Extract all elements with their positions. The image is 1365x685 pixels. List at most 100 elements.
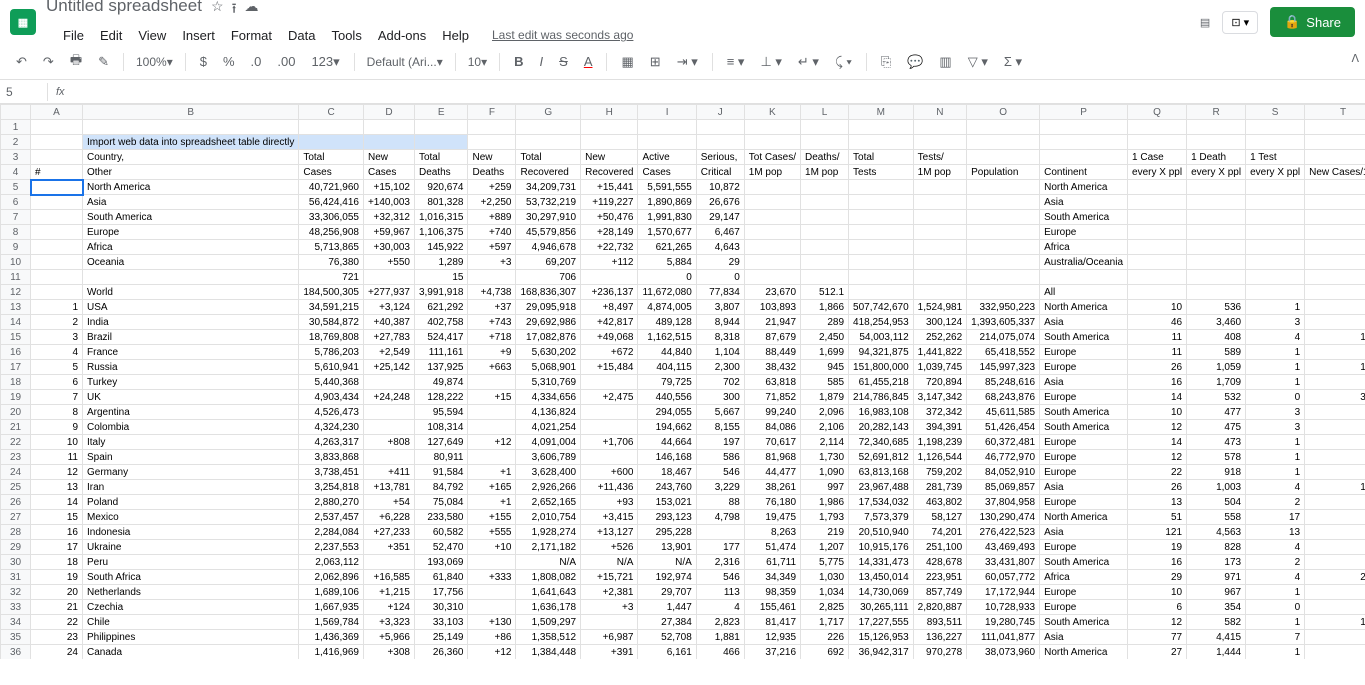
cell[interactable]: 172 [1305, 615, 1365, 630]
cell[interactable] [1246, 210, 1305, 225]
cell[interactable]: 145,922 [414, 240, 468, 255]
cell[interactable]: 155,461 [744, 600, 800, 615]
cell[interactable] [31, 225, 83, 240]
cell[interactable]: 1,104 [696, 345, 744, 360]
comment-add-icon[interactable]: 💬 [901, 50, 929, 74]
cell[interactable] [696, 525, 744, 540]
cell[interactable]: Critical [696, 165, 744, 180]
cell[interactable]: Asia [1040, 480, 1128, 495]
cell[interactable] [913, 225, 967, 240]
cell[interactable]: +86 [468, 630, 516, 645]
cell[interactable]: 0 [696, 270, 744, 285]
cell[interactable]: 27,384 [638, 615, 696, 630]
cell[interactable]: Spain [83, 450, 299, 465]
cell[interactable] [363, 405, 414, 420]
cell[interactable]: 14,331,473 [849, 555, 914, 570]
cell[interactable]: Europe [1040, 345, 1128, 360]
cell[interactable]: 2,300 [696, 360, 744, 375]
cell[interactable]: +740 [468, 225, 516, 240]
cell[interactable]: 12 [1128, 450, 1187, 465]
col-header-G[interactable]: G [516, 105, 581, 120]
row-header[interactable]: 18 [1, 375, 31, 390]
cell[interactable]: 63,818 [744, 375, 800, 390]
cell[interactable]: 6 [1128, 600, 1187, 615]
cell[interactable]: 4 [1246, 330, 1305, 345]
font-select[interactable]: Default (Ari... ▾ [363, 53, 447, 71]
cell[interactable] [1040, 150, 1128, 165]
cell[interactable]: 1,416,969 [299, 645, 364, 660]
cell[interactable]: 971 [1187, 570, 1246, 585]
cell[interactable]: 60,582 [414, 525, 468, 540]
cell[interactable]: Philippines [83, 630, 299, 645]
cell[interactable]: 43,469,493 [967, 540, 1040, 555]
cell[interactable]: 2,450 [801, 330, 849, 345]
cell[interactable]: +13,127 [581, 525, 638, 540]
cell[interactable]: 3,229 [696, 480, 744, 495]
cell[interactable]: World [83, 285, 299, 300]
cell[interactable]: 12,935 [744, 630, 800, 645]
cell[interactable]: 3 [1246, 420, 1305, 435]
cell[interactable]: 226 [801, 630, 849, 645]
cell[interactable]: Total [849, 150, 914, 165]
cell[interactable]: 44,664 [638, 435, 696, 450]
cell[interactable]: Asia [1040, 630, 1128, 645]
cell[interactable] [581, 135, 638, 150]
cell[interactable]: 49,874 [414, 375, 468, 390]
row-header[interactable]: 28 [1, 525, 31, 540]
cell[interactable]: +165 [468, 480, 516, 495]
cell[interactable]: 546 [696, 465, 744, 480]
cell[interactable]: +28,149 [581, 225, 638, 240]
row-header[interactable]: 6 [1, 195, 31, 210]
cell[interactable]: 3,606,789 [516, 450, 581, 465]
row-header[interactable]: 14 [1, 315, 31, 330]
cell[interactable]: 137,925 [414, 360, 468, 375]
cell[interactable]: # [31, 165, 83, 180]
cell[interactable] [967, 210, 1040, 225]
undo-icon[interactable]: ↶ [10, 50, 33, 74]
cell[interactable]: 394,391 [913, 420, 967, 435]
cell[interactable]: Total [414, 150, 468, 165]
cell[interactable]: 512.1 [801, 285, 849, 300]
cell[interactable]: New [581, 150, 638, 165]
cell[interactable]: 1,444 [1187, 645, 1246, 660]
chart-icon[interactable]: ▥ [933, 50, 957, 74]
cell[interactable]: Total [299, 150, 364, 165]
cell[interactable] [1128, 120, 1187, 135]
cell[interactable]: 4,563 [1187, 525, 1246, 540]
cell[interactable] [468, 270, 516, 285]
cell[interactable]: 1,991,830 [638, 210, 696, 225]
cell[interactable]: 475 [1187, 420, 1246, 435]
cell[interactable] [1040, 270, 1128, 285]
col-header-E[interactable]: E [414, 105, 468, 120]
cell[interactable]: 37,216 [744, 645, 800, 660]
cell[interactable]: 193,069 [414, 555, 468, 570]
cell[interactable]: 168,836,307 [516, 285, 581, 300]
row-header[interactable]: 26 [1, 495, 31, 510]
cell[interactable]: 45,579,856 [516, 225, 581, 240]
cell[interactable]: 18 [31, 555, 83, 570]
cell[interactable]: 857,749 [913, 585, 967, 600]
cell[interactable] [1305, 405, 1365, 420]
more-formats-icon[interactable]: 123▾ [305, 50, 345, 74]
cell[interactable]: +11,436 [581, 480, 638, 495]
cell[interactable]: 1M pop [744, 165, 800, 180]
cell[interactable]: 5 [1305, 465, 1365, 480]
cell[interactable]: 113 [696, 585, 744, 600]
cell[interactable]: 51 [1128, 510, 1187, 525]
cell[interactable]: N/A [638, 555, 696, 570]
cell[interactable]: 214,075,074 [967, 330, 1040, 345]
row-header[interactable]: 34 [1, 615, 31, 630]
cell[interactable]: +37 [468, 300, 516, 315]
cell[interactable]: 9 [1305, 300, 1365, 315]
cell[interactable]: +8,497 [581, 300, 638, 315]
cell[interactable] [1187, 240, 1246, 255]
cell[interactable]: +9 [468, 345, 516, 360]
cell[interactable]: 2 [31, 315, 83, 330]
cell[interactable]: 87,679 [744, 330, 800, 345]
cell[interactable]: 233,580 [414, 510, 468, 525]
cell[interactable]: 2,652,165 [516, 495, 581, 510]
cell[interactable]: 34,349 [744, 570, 800, 585]
cell[interactable] [1128, 285, 1187, 300]
cell[interactable]: South America [83, 210, 299, 225]
cell[interactable]: +15 [468, 390, 516, 405]
